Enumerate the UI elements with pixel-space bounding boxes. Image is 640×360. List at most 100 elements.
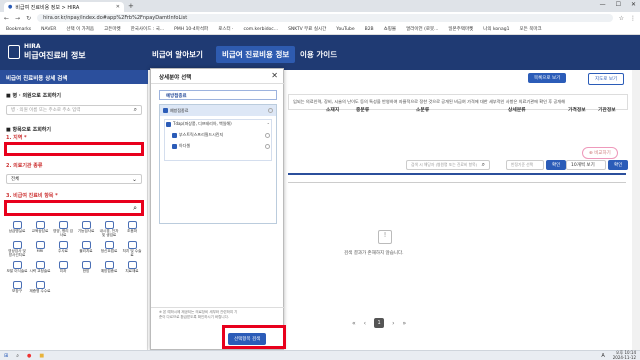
bookmark-item[interactable]: YouTube: [336, 27, 354, 32]
forward-icon[interactable]: →: [15, 15, 20, 22]
item-search-input[interactable]: ⌕: [4, 200, 144, 216]
url-text: hira.or.kr/npay/index.do#app%2Frb%2Fnpay…: [43, 15, 188, 21]
browser-tab[interactable]: ● 비급여 진료비용 정보 > HIRA ✕: [4, 2, 124, 12]
category-label: 한방: [82, 269, 90, 273]
hospital-search-input[interactable]: 병 · 의원 이름 또는 주소로 주소 입력 ⌕: [6, 105, 142, 115]
category-label: 모발 이식술료: [6, 269, 28, 273]
category-item[interactable]: 내시경, 천자 및 생검료: [98, 221, 120, 239]
select-search-button[interactable]: 선택항목 검색: [228, 333, 267, 345]
category-item[interactable]: 주사료: [52, 241, 74, 259]
bookmark-item[interactable]: 로스터 ·: [218, 26, 233, 32]
bookmark-item[interactable]: B2B: [365, 27, 374, 32]
nav-cost-info[interactable]: 비급여 진료비용 정보: [216, 46, 296, 63]
bookmark-item[interactable]: 일본주택마켓: [448, 26, 473, 32]
bookmark-item[interactable]: PMH 10-4마석파: [174, 26, 208, 32]
chevron-up-icon[interactable]: ⌃: [267, 122, 270, 127]
category-item[interactable]: 기능검사료: [75, 221, 97, 239]
tree-row-tdap[interactable]: Tdap(파상풍, 디프테리아, 백일해) ⌃: [166, 121, 270, 127]
browser-app-icon[interactable]: ●: [27, 353, 31, 359]
map-view-button[interactable]: 지도로 보기: [588, 73, 625, 85]
modal-category-tab[interactable]: 예방접종료: [159, 90, 277, 100]
radio-icon[interactable]: [268, 108, 273, 113]
checkbox-checked-icon[interactable]: [163, 108, 168, 113]
close-icon[interactable]: ✕: [116, 4, 120, 10]
list-view-button[interactable]: 목록으로 보기: [528, 73, 567, 83]
category-item[interactable]: 보장구: [6, 281, 28, 299]
category-item[interactable]: 상급병실료: [6, 221, 28, 239]
site-logo[interactable]: HIRA 비급여진료비 정보: [8, 43, 86, 61]
nav-guide[interactable]: 이용 가이드: [300, 49, 337, 60]
category-item[interactable]: MRI: [29, 241, 51, 259]
page-1[interactable]: 1: [374, 318, 385, 328]
region-select[interactable]: [4, 142, 144, 156]
result-search-input[interactable]: 검색 시 해당자 (병원명 또는 진료비 항목) ⌕: [406, 160, 490, 170]
bookmark-item[interactable]: com.kerbidoc...: [243, 27, 278, 32]
category-item[interactable]: 초음파: [121, 221, 143, 239]
checkbox-checked-icon[interactable]: [172, 132, 177, 138]
category-item[interactable]: 예방접종료: [98, 261, 120, 279]
tree-row-adacel[interactable]: 아다셀: [172, 143, 270, 149]
radio-icon[interactable]: [265, 132, 270, 138]
bookmark-item[interactable]: 고든마켓: [104, 26, 121, 32]
category-item[interactable]: 치료재료: [121, 261, 143, 279]
bookmark-item[interactable]: SNKTV 무료 실시간: [288, 26, 326, 32]
bookmark-item[interactable]: 쇼핑몰: [384, 26, 396, 32]
bookmark-item[interactable]: NAVER: [41, 27, 56, 32]
category-item[interactable]: 제증명 수수료: [29, 281, 51, 299]
search-icon[interactable]: ⌕: [482, 161, 485, 169]
per-page-select[interactable]: 10개씩 보기: [566, 160, 606, 170]
maximize-icon[interactable]: ☐: [616, 1, 621, 8]
category-item[interactable]: 정신요법료: [98, 241, 120, 259]
category-item[interactable]: 한방: [75, 261, 97, 279]
bookmark-item[interactable]: Bookmarks: [6, 27, 31, 32]
menu-icon[interactable]: ⋮: [630, 15, 636, 22]
close-window-icon[interactable]: ✕: [631, 1, 636, 8]
category-item[interactable]: 치과: [52, 261, 74, 279]
category-item[interactable]: 모발 이식술료: [6, 261, 28, 279]
category-icon: [35, 281, 45, 289]
start-icon[interactable]: ⊞: [4, 353, 8, 359]
checkbox-checked-icon[interactable]: [172, 143, 177, 149]
bookmark-item[interactable]: 선택 이 가져옴: [66, 26, 94, 32]
nav-about[interactable]: 비급여 알아보기: [152, 49, 203, 60]
sort-confirm-button[interactable]: 확인: [546, 160, 567, 170]
radio-icon[interactable]: [265, 143, 270, 149]
page-scrollbar[interactable]: [632, 70, 640, 350]
bookmark-item[interactable]: 얼라이언 (로봇...: [406, 26, 438, 32]
search-icon[interactable]: ⌕: [134, 106, 137, 114]
os-taskbar: ⊞ ⌕ ● ■ A 오후 10:14 2024-11-12: [0, 350, 640, 360]
category-item[interactable]: 물리치료: [75, 241, 97, 259]
tree-row-boostrix[interactable]: 부스트릭스프리필드시린지: [172, 132, 270, 138]
prev-page-icon[interactable]: ‹: [364, 320, 366, 327]
bookmark-item[interactable]: 모든 북마크: [520, 26, 542, 32]
category-item[interactable]: 영상검사 및 방사선치료: [6, 241, 28, 259]
last-page-icon[interactable]: »: [402, 320, 406, 327]
type-select[interactable]: 전체 ⌄: [6, 174, 142, 184]
ime-indicator[interactable]: A: [601, 353, 604, 359]
category-item[interactable]: 영양, 병리 검사료: [52, 221, 74, 239]
per-page-confirm-button[interactable]: 확인: [608, 160, 629, 170]
back-icon[interactable]: ←: [4, 15, 9, 22]
category-item[interactable]: 시력 교정술료: [29, 261, 51, 279]
compare-button[interactable]: ⊕ 비교하기: [582, 147, 618, 159]
sort-select[interactable]: 반정기준 선택: [506, 160, 544, 170]
address-bar[interactable]: hira.or.kr/npay/index.do#app%2Frb%2Fnpay…: [37, 14, 613, 22]
first-page-icon[interactable]: «: [352, 320, 356, 327]
bookmark-item[interactable]: 나의 konag1: [483, 26, 509, 32]
reload-icon[interactable]: ↻: [26, 15, 31, 22]
star-icon[interactable]: ☆: [619, 15, 624, 22]
bookmark-item[interactable]: 한국사이드 : 국...: [131, 26, 165, 32]
category-icon: [58, 241, 68, 249]
tree-row-root[interactable]: 예방접종료: [160, 105, 276, 116]
files-app-icon[interactable]: ■: [39, 353, 44, 359]
close-icon[interactable]: ✕: [271, 71, 278, 80]
category-item[interactable]: 처치 및 수술료: [121, 241, 143, 259]
next-page-icon[interactable]: ›: [392, 320, 394, 327]
search-icon[interactable]: ⌕: [133, 204, 137, 213]
category-icon: [104, 261, 114, 269]
search-icon[interactable]: ⌕: [16, 353, 19, 359]
new-tab-icon[interactable]: +: [128, 2, 134, 10]
category-item[interactable]: 교육상담료: [29, 221, 51, 239]
checkbox-checked-icon[interactable]: [166, 121, 171, 127]
minimize-icon[interactable]: —: [600, 1, 606, 8]
